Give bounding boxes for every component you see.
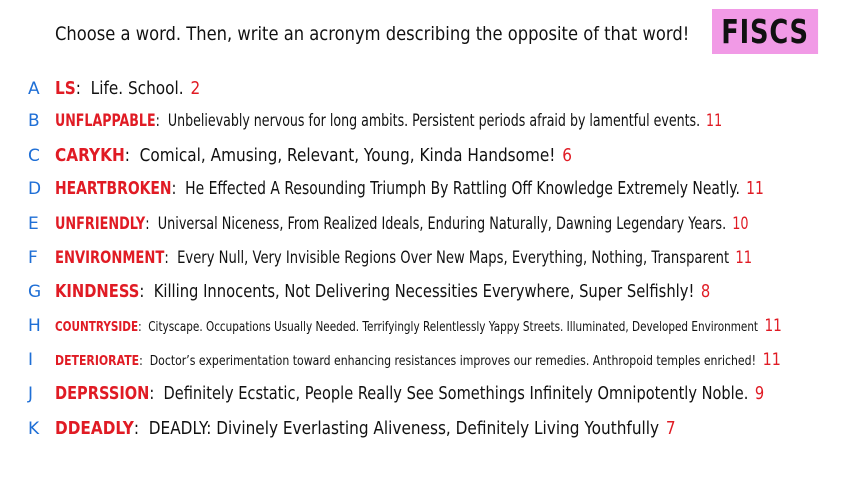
entry-acronym: Unbelievably nervous for long ambits. Pe… <box>167 111 701 131</box>
entry-word: KINDNESS <box>55 281 140 302</box>
entry-word: ENVIRONMENT <box>55 248 165 268</box>
entry-word: UNFRIENDLY <box>55 214 146 234</box>
entry-score: 11 <box>762 350 781 370</box>
entry-word: HEARTBROKEN <box>55 178 172 199</box>
entry-word: DEPRSSION <box>55 383 150 404</box>
entry-line: UNFLAPPABLE: Unbelievably nervous for lo… <box>55 111 723 131</box>
entry-acronym: Doctor’s experimentation toward enhancin… <box>149 354 756 369</box>
entry-letter: A <box>28 79 40 99</box>
entry-acronym: Definitely Ecstatic, People Really See S… <box>163 383 749 404</box>
entry-line: UNFRIENDLY: Universal Niceness, From Rea… <box>55 214 749 234</box>
entry-score: 11 <box>706 111 723 131</box>
entry-line: ENVIRONMENT: Every Null, Very Invisible … <box>55 248 753 268</box>
entry-line: DEPRSSION: Definitely Ecstatic, People R… <box>55 383 765 404</box>
entry-word: LS <box>55 78 76 99</box>
score-badge: FISCS <box>712 9 819 54</box>
entry-acronym: Every Null, Very Invisible Regions Over … <box>177 248 730 268</box>
entry-word: CARYKH <box>55 145 125 166</box>
entry-line: DETERIORATE: Doctor’s experimentation to… <box>55 350 781 370</box>
entry-acronym: He Effected A Resounding Triumph By Ratt… <box>185 178 740 199</box>
entry-acronym: DEADLY: Divinely Everlasting Aliveness, … <box>148 418 660 439</box>
entry-line: LS: Life. School. 2 <box>55 78 201 99</box>
entry-score: 11 <box>746 178 764 199</box>
entry-letter: D <box>28 179 42 199</box>
entry-letter: H <box>28 316 41 336</box>
entry-line: KINDNESS: Killing Innocents, Not Deliver… <box>55 281 711 302</box>
entry-letter: F <box>28 248 38 268</box>
entry-letter: I <box>28 350 34 370</box>
entry-score: 6 <box>562 145 572 166</box>
entry-line: COUNTRYSIDE: Cityscape. Occupations Usua… <box>55 316 782 336</box>
entry-letter: G <box>28 282 42 302</box>
entry-word: COUNTRYSIDE <box>55 320 139 335</box>
entry-score: 10 <box>732 214 749 234</box>
prompt-text: Choose a word. Then, write an acronym de… <box>55 23 690 45</box>
entry-score: 9 <box>754 383 765 404</box>
entry-acronym: Cityscape. Occupations Usually Needed. T… <box>148 320 759 335</box>
entry-acronym: Comical, Amusing, Relevant, Young, Kinda… <box>139 145 556 166</box>
entry-word: UNFLAPPABLE <box>55 111 156 131</box>
entry-letter: E <box>28 214 39 234</box>
entry-letter: K <box>28 419 40 439</box>
entry-line: CARYKH: Comical, Amusing, Relevant, Youn… <box>55 145 572 166</box>
entry-acronym: Life. School. <box>90 78 184 99</box>
entry-acronym: Universal Niceness, From Realized Ideals… <box>157 214 727 234</box>
entry-score: 11 <box>764 316 782 336</box>
entry-score: 8 <box>700 281 711 302</box>
entry-word: DETERIORATE <box>55 354 140 369</box>
entry-word: DDEADLY <box>55 418 134 439</box>
entry-line: DDEADLY: DEADLY: Divinely Everlasting Al… <box>55 418 676 439</box>
entry-score: 11 <box>735 248 753 268</box>
entry-score: 7 <box>665 418 676 439</box>
entry-line: HEARTBROKEN: He Effected A Resounding Tr… <box>55 178 764 199</box>
entry-letter: J <box>28 384 34 404</box>
entry-score: 2 <box>190 78 201 99</box>
entry-letter: C <box>28 146 40 166</box>
entry-letter: B <box>28 111 40 131</box>
entry-acronym: Killing Innocents, Not Delivering Necess… <box>153 281 695 302</box>
badge-label: FISCS <box>721 12 809 51</box>
